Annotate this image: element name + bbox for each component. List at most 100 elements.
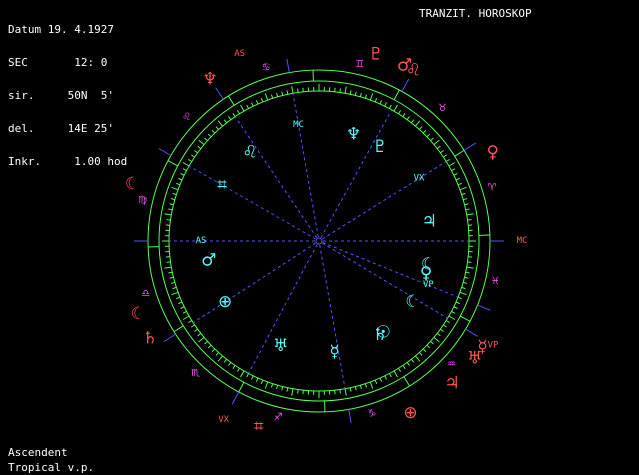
degree-tick — [232, 365, 236, 369]
as-label: AS — [196, 236, 207, 246]
degree-tick — [418, 352, 423, 356]
degree-tick — [463, 281, 468, 284]
degree-tick — [240, 104, 245, 112]
house-cusp-tick — [231, 391, 240, 405]
sign-boundary — [238, 382, 245, 393]
degree-tick — [166, 219, 171, 221]
degree-tick — [453, 306, 458, 309]
degree-tick — [215, 126, 220, 130]
degree-tick — [464, 203, 469, 206]
natal-earth-icon: ⊕ — [218, 292, 232, 312]
degree-tick — [379, 377, 383, 382]
transit-venus-icon: ♀ — [487, 142, 499, 162]
degree-tick — [182, 310, 187, 314]
degree-tick — [172, 192, 177, 196]
footer-tropical: Tropical v.p. — [8, 461, 95, 474]
transit-saturn-icon: ♄ — [143, 329, 158, 349]
natal-venus-icon: ♀ — [420, 264, 432, 284]
degree-tick — [455, 301, 460, 305]
transit-as-label: AS — [234, 49, 245, 59]
degree-tick — [422, 129, 427, 134]
aries-icon: ♈ — [488, 183, 497, 194]
horoscope-wheel[interactable]: ♈♉♊♋♌♍♎♏♐ ♑♒♓MCASVXVP♆♇♌♃☾♀☾☉♄☿♅⊕♂⌗ASMCVP… — [0, 0, 639, 475]
degree-tick — [466, 266, 474, 269]
degree-tick — [415, 120, 421, 127]
degree-tick — [402, 113, 406, 117]
degree-tick — [410, 358, 415, 363]
degree-tick — [236, 367, 240, 372]
degree-tick — [410, 119, 415, 124]
degree-tick — [176, 182, 181, 186]
natal-leo-icon: ♌ — [242, 143, 257, 163]
degree-tick — [255, 100, 259, 105]
degree-tick — [393, 104, 398, 112]
degree-tick — [215, 352, 220, 356]
degree-tick — [276, 92, 279, 97]
transit-neptune-icon: ♆ — [202, 69, 217, 89]
degree-tick — [180, 306, 185, 309]
degree-tick — [232, 113, 236, 117]
degree-tick — [297, 389, 299, 394]
natal-moon2-icon: ☾ — [405, 292, 420, 312]
degree-tick — [286, 90, 289, 95]
degree-tick — [344, 86, 347, 94]
degree-tick — [426, 133, 431, 138]
degree-tick — [207, 344, 212, 349]
degree-tick — [457, 296, 462, 300]
degree-tick — [379, 100, 383, 105]
inner-ring — [168, 90, 470, 392]
natal-mars-icon: ♂ — [201, 250, 216, 270]
degree-tick — [171, 186, 179, 191]
transit-earth-icon: ⊕ — [403, 403, 417, 423]
house-cusp-tick — [465, 328, 478, 337]
degree-tick — [445, 320, 450, 324]
degree-tick — [286, 387, 289, 392]
degree-tick — [182, 168, 187, 172]
pisces-icon: ♓ — [491, 276, 500, 287]
degree-tick — [166, 261, 171, 263]
degree-tick — [384, 102, 387, 107]
degree-tick — [451, 168, 456, 172]
transit-fortune-icon: ⌗ — [254, 416, 264, 436]
degree-tick — [164, 266, 172, 269]
degree-tick — [168, 208, 173, 211]
degree-tick — [270, 383, 274, 388]
degree-tick — [255, 377, 259, 382]
degree-tick — [170, 198, 175, 201]
degree-tick — [354, 91, 357, 96]
sign-boundary — [393, 89, 400, 100]
house-cusp-line — [292, 93, 319, 238]
degree-tick — [207, 133, 212, 138]
degree-tick — [402, 365, 406, 369]
transit-jupiter-icon: ♃ — [444, 374, 459, 394]
sign-boundary — [173, 325, 184, 333]
natal-mercury-icon: ☿ — [329, 342, 339, 362]
natal-uranus-icon: ♅ — [273, 336, 288, 356]
degree-tick — [217, 355, 223, 362]
degree-tick — [240, 370, 245, 378]
sign-boundary — [454, 149, 465, 157]
degree-tick — [436, 145, 441, 150]
sign-boundary — [460, 315, 471, 322]
cancer-icon: ♋ — [262, 62, 271, 73]
degree-tick — [168, 271, 173, 274]
degree-tick — [418, 126, 423, 130]
degree-tick — [461, 286, 466, 290]
degree-tick — [197, 332, 202, 337]
transit-vp-label: VP — [488, 341, 499, 351]
transit-pluto-icon: ♇ — [368, 45, 383, 65]
degree-tick — [228, 362, 232, 366]
degree-tick — [281, 386, 284, 391]
house-cusp-tick — [401, 78, 410, 92]
natal-pluto-icon: ♇ — [372, 137, 387, 157]
degree-tick — [436, 332, 441, 337]
degree-tick — [171, 291, 179, 296]
degree-tick — [467, 219, 472, 221]
degree-tick — [182, 162, 190, 167]
sign-boundary — [403, 376, 411, 387]
degree-tick — [388, 104, 392, 109]
degree-tick — [260, 379, 264, 384]
vx-label: VX — [414, 173, 425, 183]
degree-tick — [440, 328, 444, 332]
natal-fortune-icon: ⌗ — [217, 175, 227, 195]
